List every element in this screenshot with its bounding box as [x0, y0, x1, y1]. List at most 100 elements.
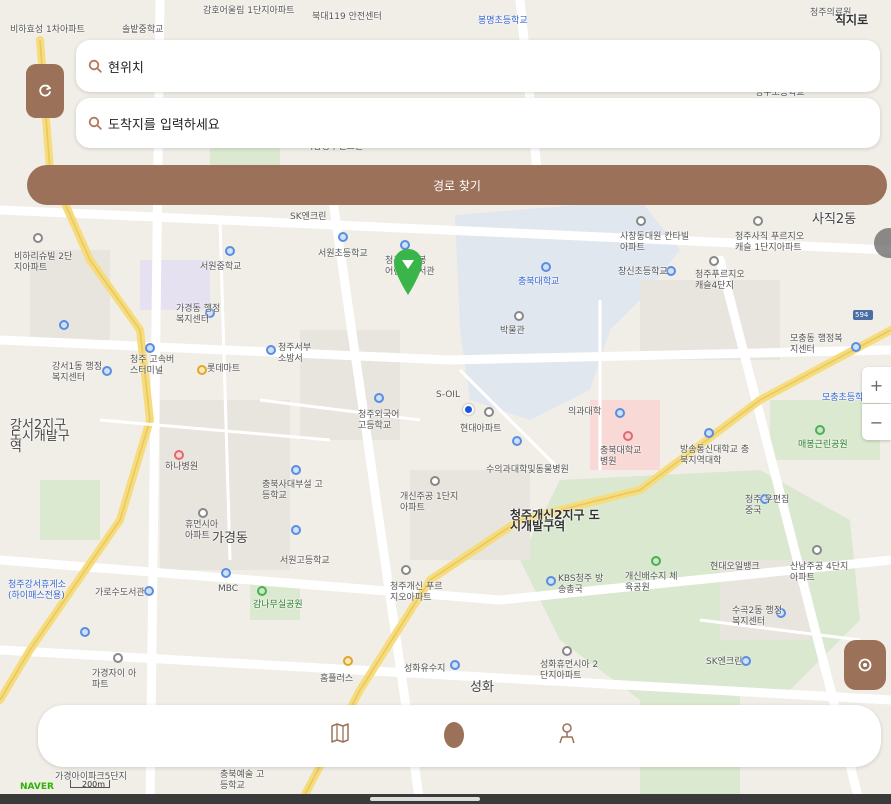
- poi-marker[interactable]: [59, 320, 69, 330]
- map-label: 매봉근린공원: [798, 440, 848, 450]
- map-label: MBC: [218, 584, 239, 594]
- nav-profile-button[interactable]: [557, 721, 577, 745]
- my-location-button[interactable]: [844, 640, 886, 690]
- poi-marker[interactable]: [113, 653, 123, 663]
- poi-marker[interactable]: [704, 428, 714, 438]
- home-indicator: [370, 797, 480, 801]
- bottom-nav: [38, 705, 881, 767]
- poi-marker[interactable]: [623, 431, 633, 441]
- map-label: 홈플러스: [320, 674, 354, 684]
- poi-marker[interactable]: [615, 408, 625, 418]
- poi-marker[interactable]: [266, 345, 276, 355]
- poi-marker[interactable]: [33, 233, 43, 243]
- zoom-out-button[interactable]: −: [862, 404, 891, 440]
- search-icon: [88, 116, 102, 130]
- find-route-button[interactable]: 경로 찾기: [27, 165, 887, 205]
- poi-marker[interactable]: [753, 216, 763, 226]
- poi-marker[interactable]: [291, 525, 301, 535]
- map-label: 가경동: [212, 531, 248, 546]
- search-icon: [88, 59, 102, 73]
- map-label: SK엔크린: [706, 657, 743, 667]
- map-label: 강서2지구 도시개발구역: [10, 418, 70, 455]
- map-label: 성화유수지: [404, 664, 446, 674]
- poi-marker[interactable]: [80, 627, 90, 637]
- poi-marker[interactable]: [174, 450, 184, 460]
- poi-marker[interactable]: [562, 646, 572, 656]
- poi-marker[interactable]: [145, 343, 155, 353]
- map-label: SK엔크린: [290, 212, 327, 222]
- nav-home-button[interactable]: [444, 722, 464, 748]
- map-label: 비하리슈빌 2단지아파트: [14, 252, 73, 273]
- map-label: 청주강서휴게소(하이패스전용): [8, 580, 66, 601]
- poi-marker[interactable]: [430, 476, 440, 486]
- map-label: 의과대학: [568, 407, 602, 417]
- map-label: 봉명초등학교: [478, 16, 528, 26]
- person-pin-icon: [559, 723, 575, 744]
- poi-marker[interactable]: [815, 425, 825, 435]
- map-label: 박물관: [500, 326, 525, 336]
- origin-search-field[interactable]: 현위치: [76, 40, 880, 92]
- poi-marker[interactable]: [651, 556, 661, 566]
- poi-marker[interactable]: [851, 342, 861, 352]
- map-label: 청주사직 푸르지오캐슬 1단지아파트: [735, 232, 805, 253]
- map-label: 직지로: [835, 13, 869, 27]
- refresh-icon: [39, 84, 51, 97]
- poi-marker[interactable]: [450, 660, 460, 670]
- poi-marker[interactable]: [512, 436, 522, 446]
- map-label: 사직2동: [812, 212, 857, 227]
- poi-marker[interactable]: [198, 508, 208, 518]
- map-label: 가경자이 아파트: [92, 669, 137, 690]
- poi-marker[interactable]: [102, 366, 112, 376]
- map-label: 청주푸르지오 캐슬4단지: [695, 270, 745, 291]
- map-label: 충북대학교: [518, 277, 560, 287]
- find-route-label: 경로 찾기: [433, 178, 481, 193]
- target-icon: [858, 658, 872, 672]
- poi-marker[interactable]: [221, 568, 231, 578]
- map-label: 서원중학교: [200, 262, 242, 272]
- poi-marker[interactable]: [741, 656, 751, 666]
- map-label: 서원고등학교: [280, 556, 330, 566]
- swap-button[interactable]: [26, 64, 64, 118]
- poi-marker[interactable]: [338, 232, 348, 242]
- origin-search-value: 현위치: [108, 60, 144, 76]
- map-label: 충북사대부설 고등학교: [262, 480, 323, 501]
- map-label: 수곡2동 행정복지센터: [732, 606, 782, 627]
- map-label: 수의과대학및동물병원: [486, 465, 569, 475]
- destination-pin-icon[interactable]: [394, 249, 422, 295]
- poi-marker[interactable]: [484, 407, 494, 417]
- poi-marker[interactable]: [144, 586, 154, 596]
- poi-marker[interactable]: [812, 545, 822, 555]
- map-label: 성화: [470, 680, 494, 695]
- map-label: 창신초등학교: [618, 267, 668, 277]
- map-label: 청주개신 푸르지오아파트: [390, 582, 443, 603]
- map-label: 하나병원: [165, 462, 199, 472]
- poi-marker[interactable]: [225, 246, 235, 256]
- poi-marker[interactable]: [514, 311, 524, 321]
- map-label: 청주 고속버스터미널: [130, 355, 175, 376]
- map-label: 서원초등학교: [318, 249, 368, 259]
- map-label: 솔밭중학교: [122, 25, 164, 35]
- map-label: 북대119 안전센터: [312, 12, 382, 22]
- poi-marker[interactable]: [374, 393, 384, 403]
- map-label: 롯데마트: [207, 364, 241, 374]
- poi-marker[interactable]: [197, 365, 207, 375]
- map-label: 감나무실공원: [253, 600, 303, 610]
- map-label: 현대오일뱅크: [710, 562, 760, 572]
- poi-marker[interactable]: [257, 586, 267, 596]
- poi-marker[interactable]: [401, 565, 411, 575]
- current-location-dot: [463, 404, 474, 415]
- poi-marker[interactable]: [709, 256, 719, 266]
- poi-marker[interactable]: [546, 576, 556, 586]
- map-label: 성화휴먼시아 2단지아파트: [540, 660, 599, 681]
- map-label: 감호어울림 1단지아파트: [203, 6, 295, 16]
- poi-marker[interactable]: [541, 262, 551, 272]
- poi-marker[interactable]: [343, 656, 353, 666]
- zoom-in-button[interactable]: +: [862, 367, 891, 403]
- nav-map-button[interactable]: [330, 721, 350, 745]
- destination-search-field[interactable]: 도착지를 입력하세요: [76, 98, 880, 148]
- map-label: 강서1동 행정복지센터: [52, 362, 102, 383]
- poi-marker[interactable]: [636, 216, 646, 226]
- map-label: S-OIL: [436, 390, 460, 400]
- poi-marker[interactable]: [291, 465, 301, 475]
- map-label: 개신주공 1단지아파트: [400, 492, 459, 513]
